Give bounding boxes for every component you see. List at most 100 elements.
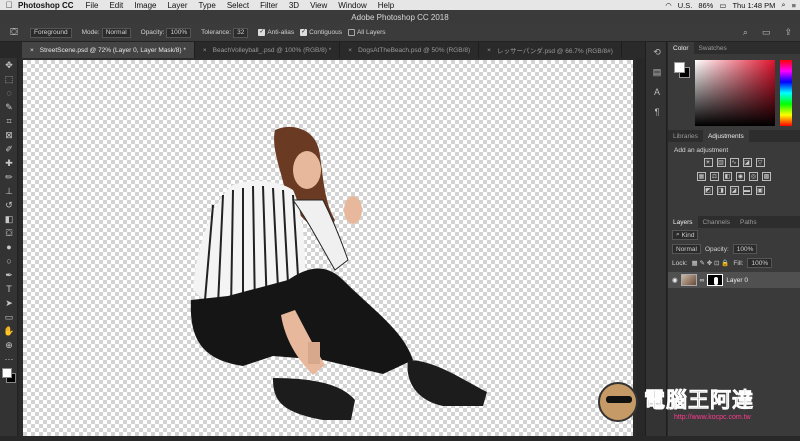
share-icon[interactable]: ⇪ [784, 27, 792, 38]
tab-swatches[interactable]: Swatches [694, 42, 732, 54]
lock-icons[interactable]: ▦ ✎ ✥ ⊡ 🔒 [692, 259, 730, 267]
hand-tool-icon[interactable]: ✋ [0, 324, 18, 338]
tab-channels[interactable]: Channels [698, 216, 735, 228]
tab-dogsatthebeach[interactable]: × DogsAtTheBeach.psd @ 50% (RGB/8) [340, 42, 480, 58]
battery-icon[interactable]: ▭ [719, 1, 726, 10]
menu-list-icon[interactable]: ≡ [792, 1, 796, 10]
blur-tool-icon[interactable]: ● [0, 240, 18, 254]
layer-mask-thumbnail[interactable] [707, 274, 724, 286]
paint-bucket-icon[interactable]: ⛋ [0, 27, 28, 38]
history-icon[interactable]: ⟲ [646, 42, 668, 62]
app-menu[interactable]: Photoshop CC [18, 1, 74, 10]
gradient-map-icon[interactable]: ▬ [742, 186, 752, 195]
layer-thumbnail[interactable] [680, 274, 697, 286]
posterize-icon[interactable]: ◨ [716, 186, 726, 195]
menu-select[interactable]: Select [227, 1, 249, 10]
properties-icon[interactable]: ▤ [646, 62, 668, 82]
lasso-tool-icon[interactable]: ◌ [0, 86, 18, 100]
curves-icon[interactable]: ∿ [729, 158, 739, 167]
tab-beachvolleyball[interactable]: × BeachVolleyball_.psd @ 100% (RGB/8) * [195, 42, 341, 58]
more-tools-icon[interactable]: ⋯ [0, 352, 18, 366]
menu-help[interactable]: Help [378, 1, 394, 10]
layer-row[interactable]: ◉ ∞ Layer 0 [668, 272, 800, 288]
paragraph-icon[interactable]: ¶ [646, 102, 668, 122]
fill-source-select[interactable]: Foreground [30, 27, 72, 38]
character-icon[interactable]: A [646, 82, 668, 102]
wifi-icon[interactable]: ◠ [665, 1, 672, 10]
stamp-tool-icon[interactable]: ⊥ [0, 184, 18, 198]
menu-3d[interactable]: 3D [289, 1, 299, 10]
brush-tool-icon[interactable]: ✏ [0, 170, 18, 184]
history-brush-icon[interactable]: ↺ [0, 198, 18, 212]
eraser-tool-icon[interactable]: ◧ [0, 212, 18, 226]
menu-layer[interactable]: Layer [167, 1, 187, 10]
vibrance-icon[interactable]: ▽ [755, 158, 765, 167]
menu-type[interactable]: Type [198, 1, 215, 10]
path-select-tool-icon[interactable]: ➤ [0, 296, 18, 310]
marquee-tool-icon[interactable]: ⬚ [0, 72, 18, 86]
menu-image[interactable]: Image [134, 1, 156, 10]
frame-tool-icon[interactable]: ⊠ [0, 128, 18, 142]
dodge-tool-icon[interactable]: ○ [0, 254, 18, 268]
crop-tool-icon[interactable]: ⌗ [0, 114, 18, 128]
menu-file[interactable]: File [86, 1, 99, 10]
layer-name[interactable]: Layer 0 [726, 277, 748, 284]
photo-filter-icon[interactable]: ◉ [736, 172, 745, 181]
close-icon[interactable]: × [30, 47, 34, 54]
color-balance-icon[interactable]: ⚖ [710, 172, 719, 181]
color-lookup-icon[interactable]: ▩ [762, 172, 771, 181]
tab-layers[interactable]: Layers [668, 216, 698, 228]
clock-text[interactable]: Thu 1:48 PM [732, 1, 775, 10]
quick-select-tool-icon[interactable]: ✎ [0, 100, 18, 114]
tab-red-panda[interactable]: × レッサーパンダ.psd @ 66.7% (RGB/8#) [479, 42, 622, 58]
move-tool-icon[interactable]: ✥ [0, 58, 18, 72]
foreground-color-swatch[interactable] [2, 368, 12, 378]
blend-mode-select[interactable]: Normal [672, 244, 701, 254]
tolerance-input[interactable]: 32 [233, 27, 249, 38]
menu-window[interactable]: Window [338, 1, 366, 10]
paint-bucket-tool-icon[interactable]: ⛋ [0, 226, 18, 240]
tab-paths[interactable]: Paths [735, 216, 762, 228]
zoom-tool-icon[interactable]: ⊕ [0, 338, 18, 352]
healing-tool-icon[interactable]: ✚ [0, 156, 18, 170]
layer-opacity-input[interactable]: 100% [732, 244, 758, 254]
layer-filter-select[interactable]: ⌕ Kind [672, 230, 699, 240]
eye-icon[interactable]: ◉ [672, 276, 678, 284]
invert-icon[interactable]: ◩ [703, 186, 713, 195]
selective-color-icon[interactable]: ▣ [755, 186, 765, 195]
foreground-color-chip[interactable] [674, 62, 685, 73]
close-icon[interactable]: × [487, 47, 491, 54]
document-canvas[interactable] [23, 60, 633, 436]
color-field[interactable] [695, 60, 775, 126]
apple-icon[interactable]:  [0, 0, 18, 10]
tab-streetscene[interactable]: × StreetScene.psd @ 72% (Layer 0, Layer M… [22, 42, 195, 58]
exposure-icon[interactable]: ◪ [742, 158, 752, 167]
menu-view[interactable]: View [310, 1, 327, 10]
mode-select[interactable]: Normal [101, 27, 131, 38]
menu-filter[interactable]: Filter [260, 1, 278, 10]
battery-text[interactable]: 86% [698, 1, 713, 10]
menu-edit[interactable]: Edit [109, 1, 123, 10]
close-icon[interactable]: × [348, 47, 352, 54]
black-white-icon[interactable]: ◧ [723, 172, 732, 181]
pen-tool-icon[interactable]: ✒ [0, 268, 18, 282]
link-icon[interactable]: ∞ [700, 277, 705, 284]
flag-text[interactable]: U.S. [678, 1, 693, 10]
tab-libraries[interactable]: Libraries [668, 130, 703, 142]
type-tool-icon[interactable]: T [0, 282, 18, 296]
threshold-icon[interactable]: ◪ [729, 186, 739, 195]
antialias-checkbox[interactable]: ✓ [258, 29, 266, 36]
levels-icon[interactable]: ▥ [716, 158, 726, 167]
all-layers-checkbox[interactable] [347, 29, 355, 36]
opacity-input[interactable]: 100% [166, 27, 192, 38]
tab-adjustments[interactable]: Adjustments [702, 130, 749, 142]
shape-tool-icon[interactable]: ▭ [0, 310, 18, 324]
search-icon[interactable]: ⌕ [743, 27, 748, 38]
eyedropper-tool-icon[interactable]: ✐ [0, 142, 18, 156]
workspace-icon[interactable]: ▭ [762, 27, 771, 38]
layer-fill-input[interactable]: 100% [747, 258, 773, 268]
search-icon[interactable]: ⌕ [781, 0, 785, 10]
brightness-icon[interactable]: ☀ [703, 158, 713, 167]
tab-color[interactable]: Color [668, 42, 694, 54]
channel-mixer-icon[interactable]: ◎ [749, 172, 758, 181]
